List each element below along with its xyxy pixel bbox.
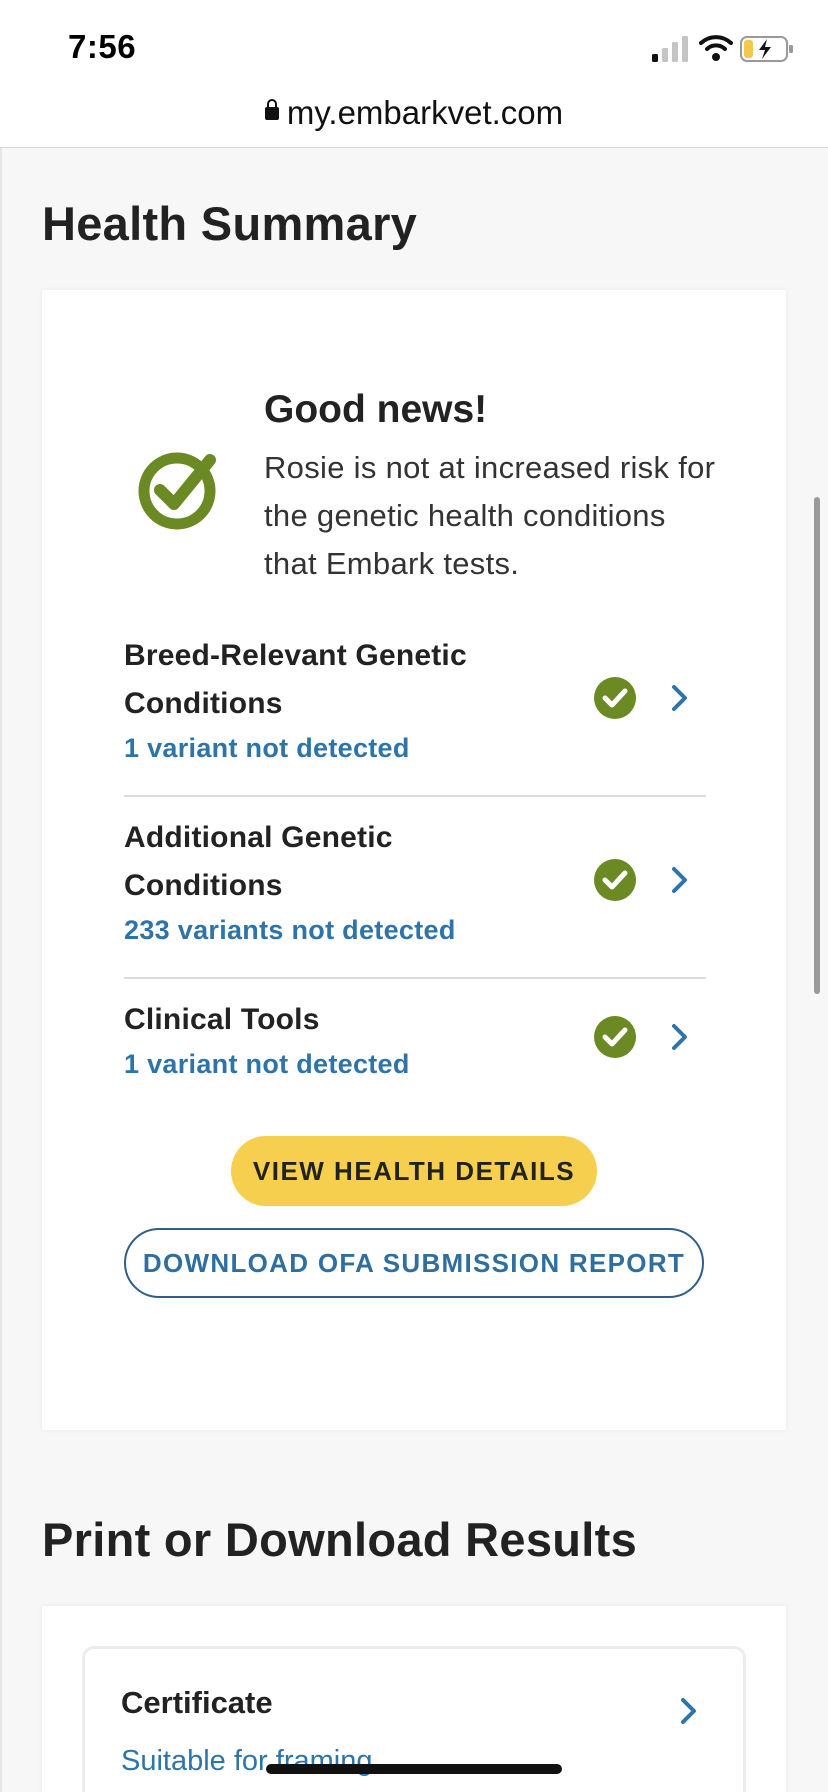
condition-title: Additional Genetic Conditions bbox=[124, 821, 393, 902]
condition-title: Breed-Relevant Genetic Conditions bbox=[124, 639, 467, 720]
condition-row-additional[interactable]: Additional Genetic Conditions 233 varian… bbox=[124, 814, 706, 954]
chevron-right-icon[interactable] bbox=[679, 1697, 699, 1725]
download-ofa-report-button[interactable]: DOWNLOAD OFA SUBMISSION REPORT bbox=[124, 1228, 704, 1298]
lock-icon bbox=[264, 99, 279, 120]
good-news-title: Good news! bbox=[264, 388, 488, 431]
print-download-title: Print or Download Results bbox=[42, 1513, 638, 1566]
good-news-check-icon bbox=[138, 452, 216, 530]
scrollbar[interactable] bbox=[814, 497, 820, 994]
status-bar: 7:56 bbox=[0, 0, 828, 96]
divider bbox=[124, 977, 706, 979]
good-news-text: Rosie is not at increased risk for the g… bbox=[264, 450, 716, 581]
view-health-details-button[interactable]: VIEW HEALTH DETAILS bbox=[231, 1136, 597, 1206]
check-circle-icon bbox=[594, 859, 636, 901]
battery-charging-icon bbox=[740, 36, 793, 62]
chevron-right-icon[interactable] bbox=[670, 684, 690, 712]
condition-variant-count: 1 variant not detected bbox=[124, 733, 410, 763]
condition-variant-count: 233 variants not detected bbox=[124, 915, 456, 945]
chevron-right-icon[interactable] bbox=[670, 866, 690, 894]
chevron-right-icon[interactable] bbox=[670, 1023, 690, 1051]
home-indicator[interactable] bbox=[266, 1764, 562, 1774]
health-summary-title: Health Summary bbox=[42, 197, 418, 250]
url-text: my.embarkvet.com bbox=[286, 94, 564, 131]
check-circle-icon bbox=[594, 1016, 636, 1058]
wifi-icon bbox=[699, 35, 733, 61]
condition-title: Clinical Tools bbox=[124, 1003, 320, 1036]
certificate-title: Certificate bbox=[121, 1685, 273, 1720]
cellular-signal-icon bbox=[652, 36, 688, 62]
browser-address-bar[interactable]: my.embarkvet.com bbox=[0, 90, 828, 148]
status-time: 7:56 bbox=[68, 28, 137, 65]
check-circle-icon bbox=[594, 677, 636, 719]
condition-row-clinical-tools[interactable]: Clinical Tools 1 variant not detected bbox=[124, 996, 706, 1092]
condition-row-breed-relevant[interactable]: Breed-Relevant Genetic Conditions 1 vari… bbox=[124, 632, 706, 772]
divider bbox=[124, 795, 706, 797]
